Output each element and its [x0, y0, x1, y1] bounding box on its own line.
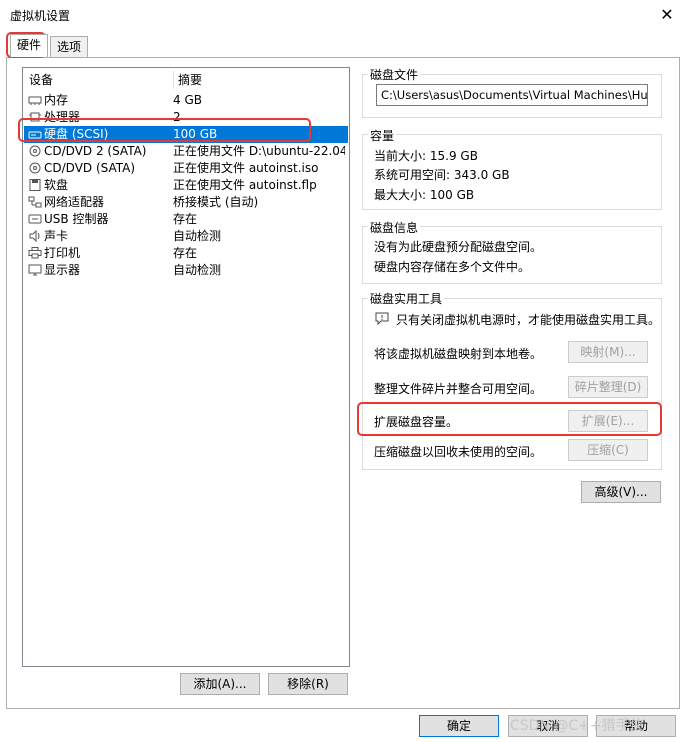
device-name: CD/DVD (SATA)	[44, 161, 136, 175]
device-summary: 存在	[173, 212, 198, 226]
expand-highlight	[357, 402, 662, 436]
device-summary: 自动检测	[173, 229, 222, 243]
title-bar: 虚拟机设置 ✕	[0, 0, 684, 30]
map-description: 将该虚拟机磁盘映射到本地卷。	[374, 347, 543, 361]
column-header-summary: 摘要	[173, 71, 202, 89]
device-row-floppy[interactable]: 软盘 正在使用文件 autoinst.flp	[24, 177, 348, 194]
sound-icon	[29, 230, 40, 242]
compact-button[interactable]: 压缩(C)	[568, 439, 648, 461]
device-name: CD/DVD 2 (SATA)	[44, 144, 147, 158]
device-name: 软盘	[44, 178, 69, 192]
column-header-device: 设备	[29, 73, 54, 87]
device-name: 内存	[44, 93, 69, 107]
device-name: USB 控制器	[44, 212, 109, 226]
disk-file-label: 磁盘文件	[368, 66, 421, 83]
device-row-memory[interactable]: 内存 4 GB	[24, 92, 348, 109]
device-row-cd-dvd-2[interactable]: CD/DVD 2 (SATA) 正在使用文件 D:\ubuntu-22.04..…	[24, 143, 348, 160]
device-summary: 正在使用文件 autoinst.iso	[173, 161, 319, 175]
network-adapter-icon	[28, 196, 42, 208]
disk-file-path-field[interactable]: C:\Users\asus\Documents\Virtual Machines…	[376, 84, 648, 106]
device-summary: 自动检测	[173, 263, 222, 277]
device-summary: 正在使用文件 autoinst.flp	[173, 178, 317, 192]
tab-hardware[interactable]: 硬件	[10, 34, 49, 57]
advanced-button[interactable]: 高级(V)...	[581, 481, 661, 503]
disk-info-label: 磁盘信息	[368, 219, 421, 236]
hard-disk-highlight	[18, 118, 311, 142]
map-button[interactable]: 映射(M)...	[568, 341, 648, 363]
watermark: CSDN @C++猎手侠	[510, 718, 644, 734]
tab-bar: 硬件 选项	[6, 34, 678, 58]
close-button[interactable]: ✕	[655, 2, 679, 26]
device-summary: 存在	[173, 246, 198, 260]
memory-icon	[28, 96, 42, 105]
usb-icon	[28, 214, 42, 224]
device-summary: 4 GB	[173, 93, 202, 107]
max-size-text: 最大大小: 100 GB	[374, 188, 475, 202]
system-free-space-text: 系统可用空间: 343.0 GB	[374, 168, 510, 182]
floppy-icon	[29, 179, 41, 191]
window-title: 虚拟机设置	[10, 9, 71, 23]
capacity-label: 容量	[368, 127, 397, 144]
cd-dvd-icon	[29, 145, 41, 157]
close-icon: ✕	[660, 4, 674, 24]
display-icon	[28, 264, 42, 276]
device-summary: 正在使用文件 D:\ubuntu-22.04...	[173, 144, 345, 158]
device-name: 声卡	[44, 229, 69, 243]
defragment-button[interactable]: 碎片整理(D)	[568, 376, 648, 398]
device-name: 网络适配器	[44, 195, 105, 209]
disk-utilities-label: 磁盘实用工具	[368, 290, 445, 307]
device-row-cd-dvd[interactable]: CD/DVD (SATA) 正在使用文件 autoinst.iso	[24, 160, 348, 177]
device-row-network-adapter[interactable]: 网络适配器 桥接模式 (自动)	[24, 194, 348, 211]
device-list[interactable]: 设备 摘要 内存 4 GB 处理器 2 硬盘 (SCSI) 100 GB CD/…	[22, 67, 350, 667]
remove-device-button[interactable]: 移除(R)	[268, 673, 348, 695]
current-size-text: 当前大小: 15.9 GB	[374, 149, 478, 163]
device-row-usb-controller[interactable]: USB 控制器 存在	[24, 211, 348, 228]
device-row-sound-card[interactable]: 声卡 自动检测	[24, 228, 348, 245]
device-name: 打印机	[44, 246, 81, 260]
disk-info-line-1: 没有为此硬盘预分配磁盘空间。	[374, 240, 543, 254]
add-device-button[interactable]: 添加(A)...	[180, 673, 260, 695]
compact-description: 压缩磁盘以回收未使用的空间。	[374, 445, 543, 459]
printer-icon	[28, 247, 42, 259]
cd-dvd-icon	[29, 162, 41, 174]
tab-options[interactable]: 选项	[50, 36, 89, 57]
defrag-description: 整理文件碎片并整合可用空间。	[374, 382, 543, 396]
device-summary: 桥接模式 (自动)	[173, 195, 259, 209]
info-message-icon	[375, 312, 389, 325]
device-row-printer[interactable]: 打印机 存在	[24, 245, 348, 262]
device-name: 显示器	[44, 263, 81, 277]
ok-button[interactable]: 确定	[419, 715, 499, 737]
disk-info-line-2: 硬盘内容存储在多个文件中。	[374, 260, 531, 274]
disk-utilities-note: 只有关闭虚拟机电源时，才能使用磁盘实用工具。	[396, 313, 661, 327]
device-row-display[interactable]: 显示器 自动检测	[24, 262, 348, 279]
